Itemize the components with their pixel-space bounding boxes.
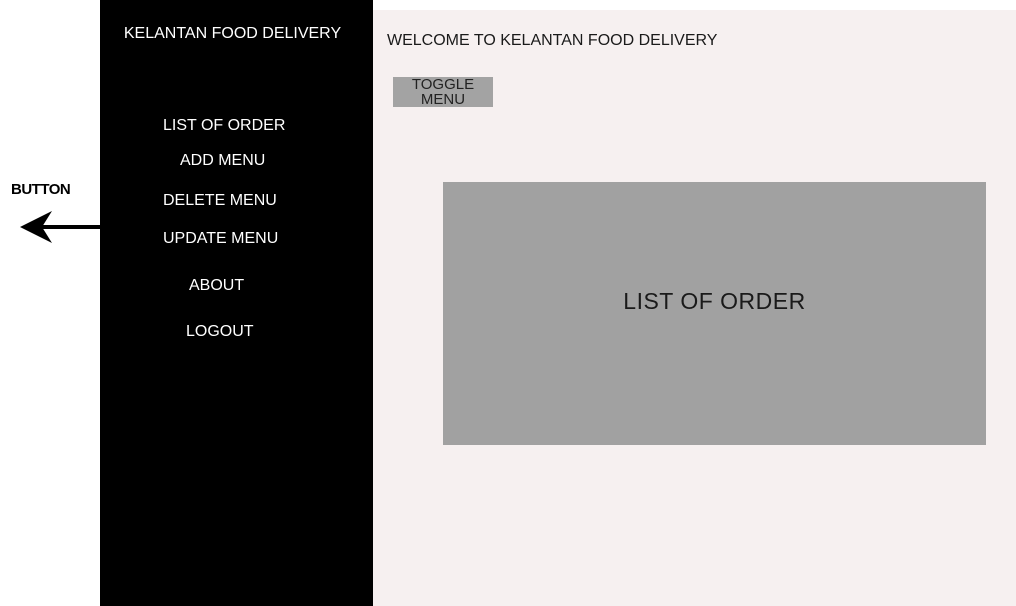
toggle-menu-label-line2: MENU [420, 91, 466, 108]
welcome-heading: WELCOME TO KELANTAN FOOD DELIVERY [387, 32, 718, 49]
sidebar: KELANTAN FOOD DELIVERY LIST OF ORDER ADD… [100, 0, 373, 606]
sidebar-item-about[interactable]: ABOUT [189, 277, 244, 295]
sidebar-item-logout[interactable]: LOGOUT [186, 323, 254, 341]
sidebar-item-list-of-order[interactable]: LIST OF ORDER [163, 117, 285, 135]
order-list-panel: LIST OF ORDER [443, 182, 986, 445]
main-content: WELCOME TO KELANTAN FOOD DELIVERY TOGGLE… [373, 10, 1016, 606]
sidebar-item-add-menu[interactable]: ADD MENU [180, 152, 265, 170]
sidebar-item-delete-menu[interactable]: DELETE MENU [163, 192, 277, 210]
sidebar-item-update-menu[interactable]: UPDATE MENU [163, 230, 278, 248]
sidebar-title: KELANTAN FOOD DELIVERY [123, 25, 342, 42]
annotation-label: BUTTON [11, 181, 71, 198]
toggle-menu-button[interactable]: TOGGLE MENU [393, 77, 493, 107]
order-list-title: LIST OF ORDER [623, 288, 806, 314]
toggle-menu-label-line1: TOGGLE [411, 76, 475, 93]
